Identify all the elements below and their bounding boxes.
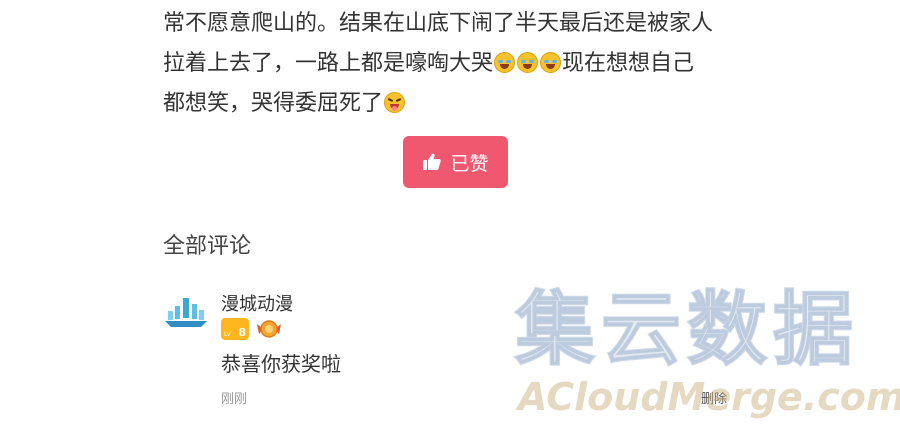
level-badge-number: 8 [238,326,246,339]
avatar[interactable] [163,294,209,334]
post-line-3-text: 都想笑，哭得委屈死了 [163,91,384,116]
watermark-english: ACloudMerge.com [518,375,900,419]
user-badges: LV 8 [221,318,283,340]
post-line-2-text-after: 现在想想自己 [562,51,695,76]
laugh-cry-emoji-icon [494,52,516,73]
comment-timestamp: 刚刚 [221,392,248,407]
comment-username[interactable]: 漫城动漫 [221,290,293,316]
laugh-cry-emoji-icon [517,52,539,73]
thumbs-up-icon [423,153,442,170]
post-content: 常不愿意爬山的。结果在山底下闹了半天最后还是被家人 拉着上去了，一路上都是嚎啕大… [163,4,763,124]
medal-badge-icon [257,320,281,338]
squint-tongue-emoji-icon [384,92,406,113]
comments-section-title: 全部评论 [163,234,252,259]
watermark-chinese: 集云数据 [514,283,859,376]
post-line-1: 常不愿意爬山的。结果在山底下闹了半天最后还是被家人 [163,11,714,36]
post-line-3: 都想笑，哭得委屈死了 [163,84,763,124]
post-line-2: 拉着上去了，一路上都是嚎啕大哭 现在想想自己 [163,44,763,84]
liked-button-label: 已赞 [450,152,489,175]
level-badge: LV 8 [221,318,249,340]
laugh-cry-emoji-icon [540,52,562,73]
post-line-2-text: 拉着上去了，一路上都是嚎啕大哭 [163,51,494,76]
comment-text: 恭喜你获奖啦 [221,352,341,376]
liked-button[interactable]: 已赞 [403,136,508,188]
level-badge-prefix: LV [224,331,231,338]
